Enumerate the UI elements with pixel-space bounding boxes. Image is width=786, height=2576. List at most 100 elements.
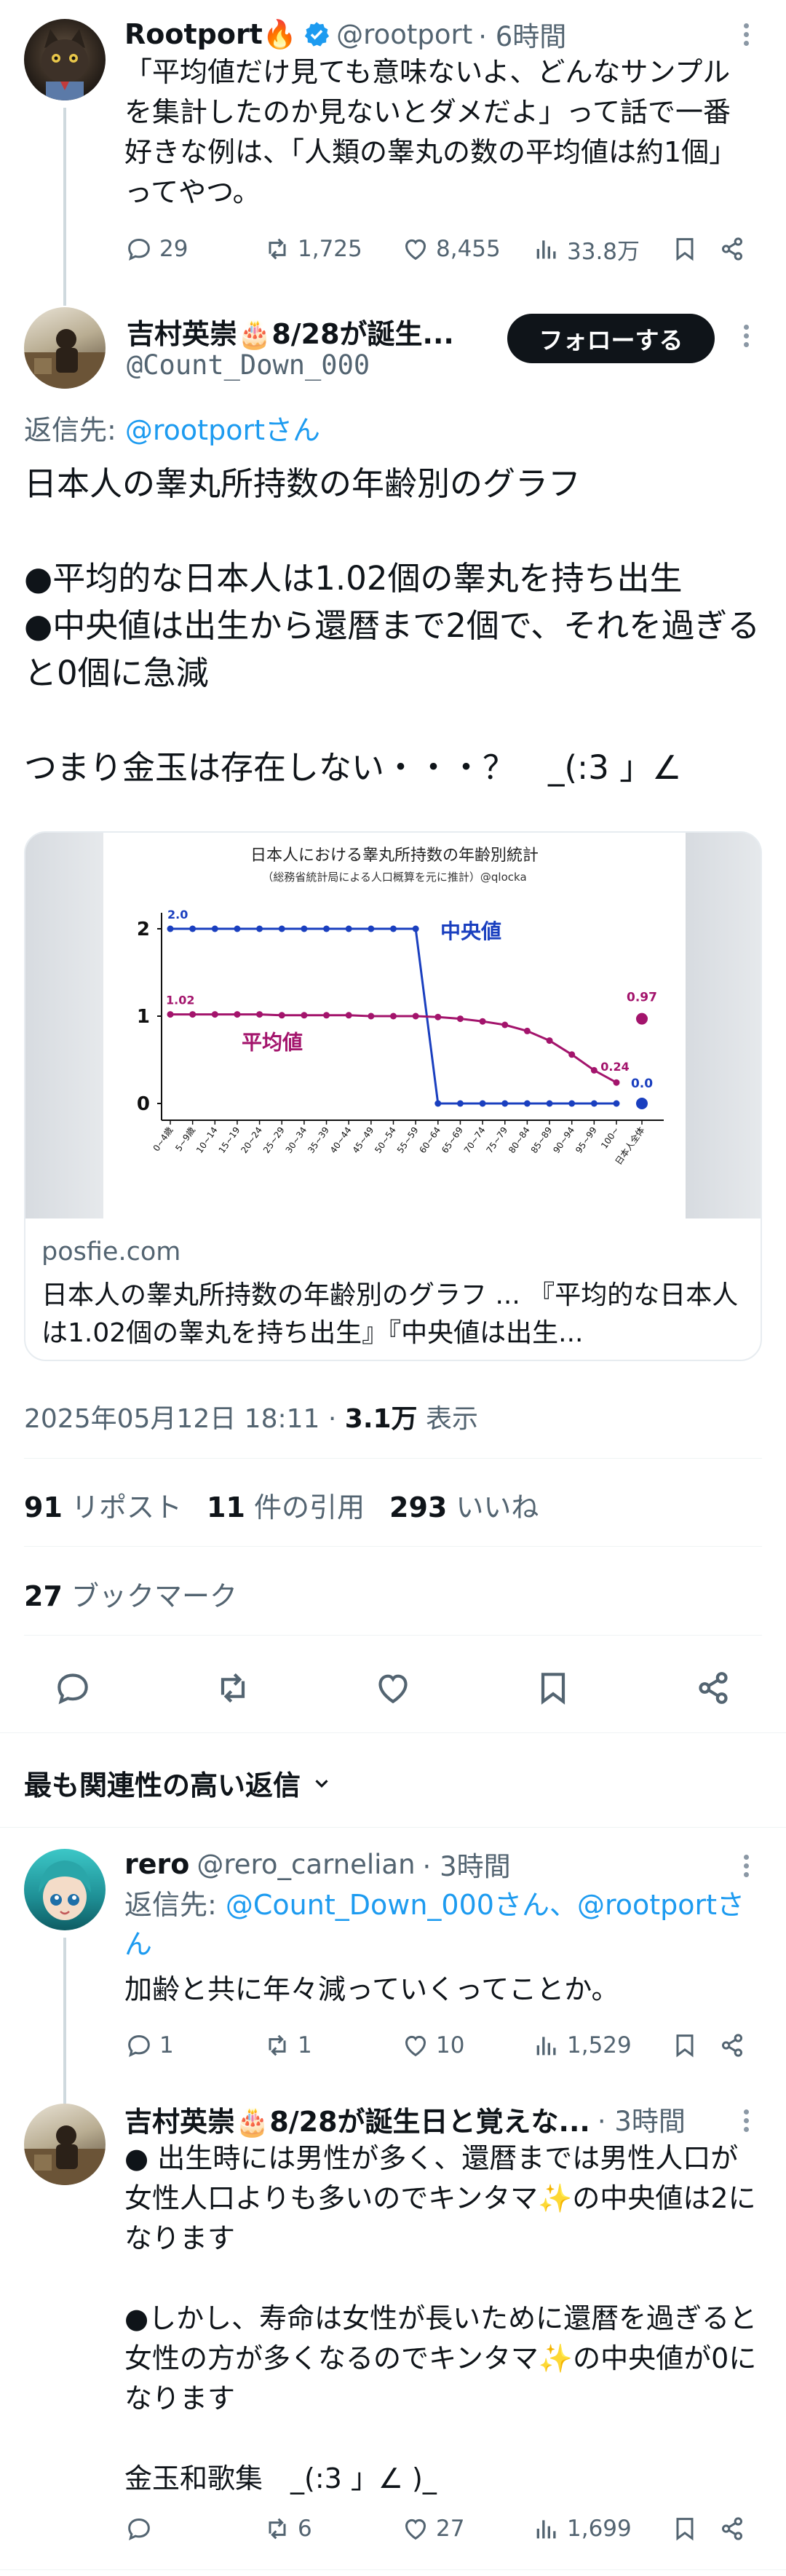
reply-author-name[interactable]: 吉村英崇🎂8/28が誕生日と覚えな... <box>124 2099 590 2139</box>
reply-time[interactable]: · 3時間 <box>598 2099 686 2139</box>
more-options-icon[interactable] <box>742 2109 750 2136</box>
data-point <box>368 925 375 932</box>
repost-count: 6 <box>298 2516 312 2542</box>
reply-sort-selector[interactable]: 最も関連性の高い返信 <box>24 1763 333 1803</box>
views-button[interactable]: 1,699 <box>532 2514 670 2543</box>
figure-avatar-icon <box>24 329 106 389</box>
divider <box>24 1635 762 1636</box>
avatar-main-author[interactable] <box>24 307 106 389</box>
link-card[interactable]: 日本人における睾丸所持数の年齢別統計 （総務省統計局による人口概算を元に推計）@… <box>24 831 762 1361</box>
anime-avatar-icon <box>39 1860 91 1920</box>
more-options-icon[interactable] <box>742 325 750 351</box>
author-handle[interactable]: @rootport <box>336 19 472 50</box>
author-name[interactable]: Rootport🔥 <box>124 18 297 51</box>
x-tick-label: 25~29 <box>261 1125 287 1155</box>
data-point <box>613 1079 620 1086</box>
bookmarks-stat[interactable]: 27 ブックマーク <box>24 1574 237 1614</box>
reply-icon <box>128 2034 150 2058</box>
like-button[interactable]: 8,455 <box>401 234 532 263</box>
like-button[interactable]: 27 <box>401 2514 532 2543</box>
follow-button[interactable]: フォローする <box>507 314 715 363</box>
data-point <box>613 1100 620 1107</box>
blurred-background-right <box>686 833 761 1218</box>
data-label: 0.24 <box>600 1060 629 1074</box>
repost-button[interactable]: 6 <box>263 2514 401 2543</box>
repost-button[interactable]: 1,725 <box>263 234 401 263</box>
share-button[interactable] <box>693 1668 734 1708</box>
reply-actions: 1 1 10 1,529 <box>124 2024 761 2067</box>
data-label: 2.0 <box>167 908 188 922</box>
reply-author-name[interactable]: rero <box>124 1848 189 1880</box>
more-options-icon[interactable] <box>742 1855 750 1881</box>
reply-button[interactable]: 29 <box>124 234 263 263</box>
main-author-handle[interactable]: @Count_Down_000 <box>127 349 370 381</box>
bookmark-button[interactable] <box>533 1668 573 1708</box>
data-point <box>390 1012 397 1020</box>
likes-stat[interactable]: 293 いいね <box>389 1485 539 1525</box>
avatar-rero[interactable] <box>24 1849 106 1930</box>
x-tick-label: 35~39 <box>306 1125 331 1155</box>
reply-text: 加齢と共に年々減っていくってことか。 <box>124 1973 619 2005</box>
reply-button[interactable] <box>124 2514 263 2543</box>
x-tick-label: 80~84 <box>507 1125 532 1155</box>
like-button[interactable]: 10 <box>401 2031 532 2060</box>
view-count: 33.8万 <box>567 238 640 265</box>
data-label: 1.02 <box>166 994 194 1007</box>
data-point <box>345 1012 352 1019</box>
chart-subtitle: （総務省統計局による人口概算を元に推計）@qlocka <box>262 871 526 884</box>
avatar-main-author[interactable] <box>24 2104 106 2185</box>
reposts-stat[interactable]: 91 リポスト <box>24 1485 182 1525</box>
repost-button[interactable]: 1 <box>263 2031 401 2060</box>
data-point <box>390 925 397 932</box>
data-point <box>278 1012 285 1019</box>
data-point <box>546 1037 553 1045</box>
like-button[interactable] <box>373 1668 413 1708</box>
post-meta: 2025年05月12日 18:11 · 3.1万 表示 <box>24 1404 479 1434</box>
main-author-name[interactable]: 吉村英崇🎂8/28が誕生... <box>127 312 454 352</box>
x-tick-label: 90~94 <box>551 1125 576 1155</box>
thread-line <box>63 108 66 306</box>
view-count: 1,529 <box>567 2032 632 2058</box>
divider <box>0 1732 786 1733</box>
x-tick-label: 95~99 <box>573 1125 599 1155</box>
reply-time[interactable]: · 3時間 <box>423 1844 511 1884</box>
divider <box>0 1827 786 1828</box>
post-actions: 29 1,725 8,455 33.8万 <box>124 227 761 271</box>
view-count: 1,699 <box>567 2516 632 2542</box>
quotes-stat[interactable]: 11 件の引用 <box>207 1485 365 1525</box>
thread-line <box>63 1938 66 2105</box>
y-tick-label: 1 <box>137 1006 150 1028</box>
bookmark-button[interactable] <box>670 2031 718 2060</box>
post-timestamp[interactable]: 2025年05月12日 18:11 <box>24 1404 319 1434</box>
repost-button[interactable] <box>213 1668 253 1708</box>
card-image: 日本人における睾丸所持数の年齢別統計 （総務省統計局による人口概算を元に推計）@… <box>25 833 761 1218</box>
data-point <box>256 1011 263 1018</box>
post-header: Rootport🔥 @rootport · 6時間 <box>124 15 566 54</box>
more-options-icon[interactable] <box>742 23 750 49</box>
views-button[interactable]: 1,529 <box>532 2031 670 2060</box>
share-button[interactable] <box>718 234 747 263</box>
data-point <box>523 1027 531 1034</box>
x-tick-label: 20~24 <box>239 1125 264 1155</box>
total-point <box>636 1098 648 1109</box>
avatar-rootport[interactable] <box>24 19 106 100</box>
share-icon <box>722 237 742 261</box>
share-button[interactable] <box>718 2514 747 2543</box>
reply-to-user-link[interactable]: @rootportさん <box>125 414 320 446</box>
reply-button[interactable] <box>52 1668 93 1708</box>
bookmark-icon <box>676 238 694 261</box>
data-point <box>256 925 263 932</box>
views-button[interactable]: 33.8万 <box>532 233 670 266</box>
post-time[interactable]: · 6時間 <box>478 15 566 54</box>
bookmark-button[interactable] <box>670 234 718 263</box>
like-count: 8,455 <box>436 236 501 262</box>
views-icon <box>536 2037 556 2056</box>
data-point <box>501 1021 509 1029</box>
reply-button[interactable]: 1 <box>124 2031 263 2060</box>
bookmark-button[interactable] <box>670 2514 718 2543</box>
reply-author-handle[interactable]: @rero_carnelian <box>196 1849 415 1880</box>
data-point <box>412 1012 419 1020</box>
views-icon <box>536 2520 556 2539</box>
chart-area: 日本人における睾丸所持数の年齢別統計 （総務省統計局による人口概算を元に推計）@… <box>103 833 686 1218</box>
share-button[interactable] <box>718 2031 747 2060</box>
